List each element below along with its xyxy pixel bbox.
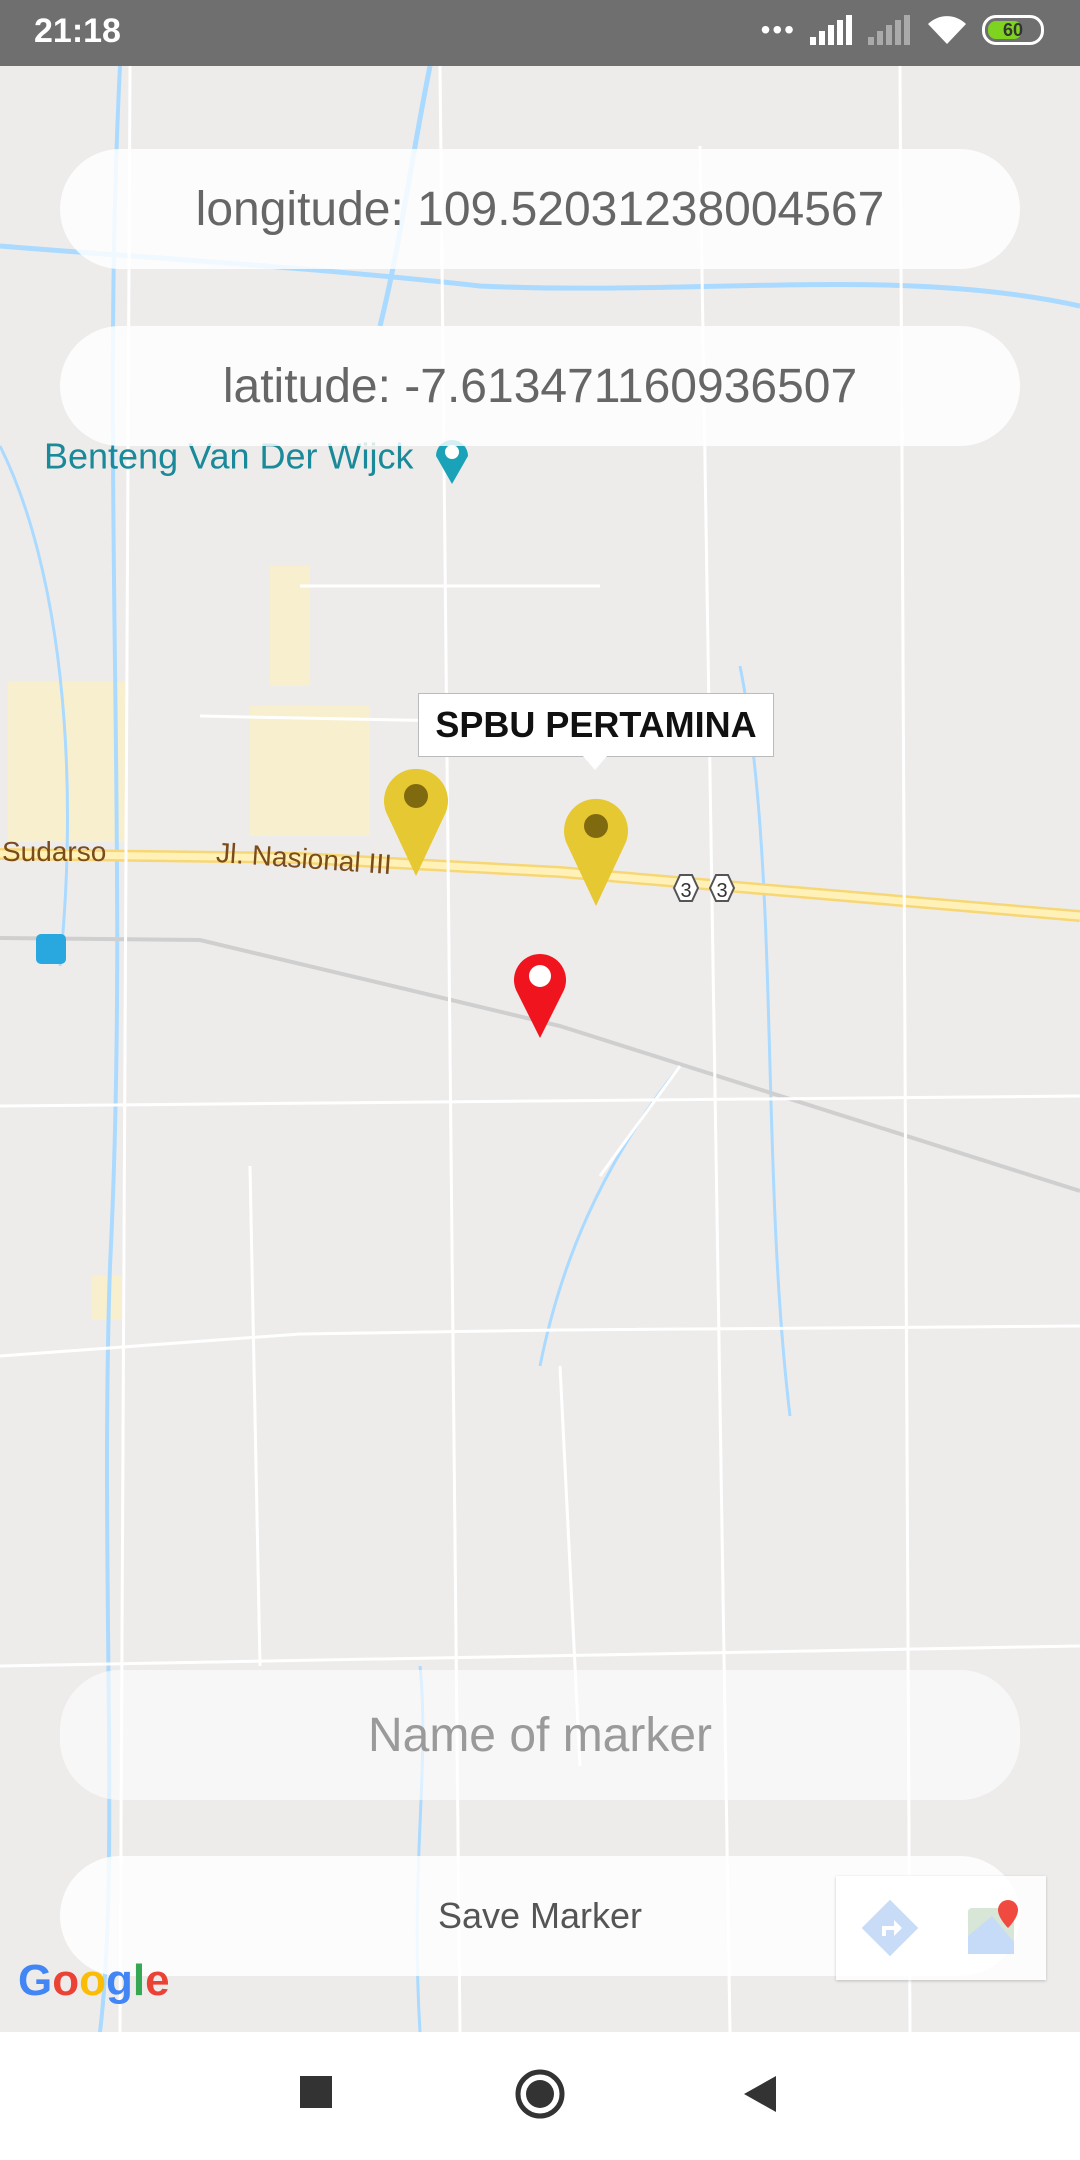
latitude-display: latitude: -7.613471160936507 [60, 326, 1020, 446]
map-toolbar [836, 1876, 1046, 1980]
google-logo-l: l [132, 1956, 146, 2005]
directions-icon[interactable] [858, 1896, 922, 1960]
google-maps-icon[interactable] [962, 1896, 1026, 1960]
selected-location-marker[interactable] [512, 950, 568, 1038]
battery-indicator: 60 [982, 15, 1044, 45]
wifi-icon [928, 16, 966, 44]
square-recents-icon[interactable] [298, 2074, 334, 2110]
info-window-tail [583, 756, 607, 770]
marker-info-window[interactable]: SPBU PERTAMINA [418, 693, 774, 757]
google-logo-e: e [145, 1956, 170, 2005]
google-logo: Google [18, 1956, 170, 2006]
circle-home-icon[interactable] [514, 2068, 566, 2120]
signal-no-service-icon [868, 15, 910, 45]
fuel-marker-1[interactable] [380, 760, 452, 876]
triangle-back-icon[interactable] [742, 2074, 778, 2114]
status-time: 21:18 [34, 12, 121, 50]
marker-name-input[interactable]: Name of marker [60, 1670, 1020, 1800]
google-logo-G: G [18, 1956, 53, 2005]
google-logo-g: g [106, 1956, 133, 2005]
longitude-display: longitude: 109.52031238004567 [60, 149, 1020, 269]
system-navigation-bar [0, 2032, 1080, 2160]
route-shield-1: 3 [672, 874, 700, 902]
more-notifications-icon: ••• [760, 14, 796, 45]
google-logo-o1: o [52, 1956, 80, 2005]
status-icons: ••• 60 [761, 14, 1044, 46]
road-label-sudarso: Sudarso [2, 836, 107, 867]
google-logo-o2: o [79, 1956, 107, 2005]
route-shield-2-label: 3 [716, 880, 727, 902]
route-shield-1-label: 3 [680, 880, 691, 902]
fuel-marker-2[interactable] [560, 790, 632, 906]
status-bar: 21:18 ••• 60 [0, 0, 1080, 66]
battery-percent: 60 [1002, 19, 1024, 40]
signal-icon [810, 15, 852, 45]
route-shield-2: 3 [708, 874, 736, 902]
train-station-icon[interactable] [36, 934, 66, 964]
